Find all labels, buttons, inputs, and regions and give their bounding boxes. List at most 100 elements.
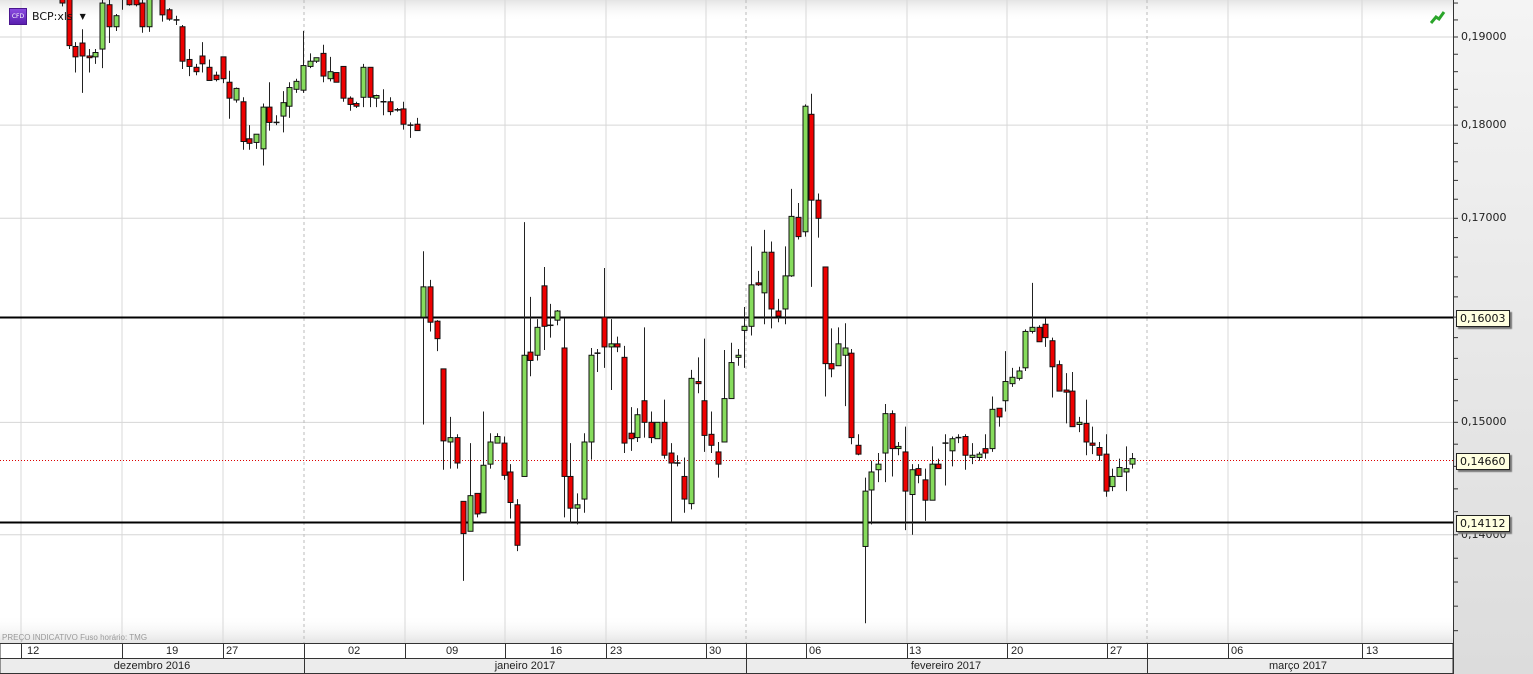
candle bbox=[427, 279, 434, 332]
candle bbox=[79, 29, 86, 93]
candle bbox=[199, 42, 206, 73]
x-month-label: fevereiro 2017 bbox=[910, 660, 982, 672]
candle-body bbox=[79, 42, 86, 57]
candle bbox=[487, 433, 494, 469]
axes bbox=[0, 0, 1458, 674]
candle-body bbox=[159, 0, 166, 16]
y-tick-label: 0,17000 bbox=[1461, 211, 1507, 225]
candle-body bbox=[340, 65, 347, 99]
candle-body bbox=[788, 215, 795, 277]
candle-body bbox=[949, 438, 956, 452]
candle-body bbox=[266, 106, 273, 123]
symbol-label: BCP:xls bbox=[32, 10, 73, 23]
dropdown-arrow-icon[interactable]: ▼ bbox=[80, 12, 86, 21]
x-day-label: 06 bbox=[809, 645, 822, 657]
symbol-selector[interactable]: CFD BCP:xls ▼ bbox=[9, 8, 86, 25]
candle bbox=[179, 25, 186, 70]
bottom-fade bbox=[0, 615, 1453, 644]
grid bbox=[0, 0, 1453, 643]
candle bbox=[628, 407, 635, 451]
candle bbox=[889, 410, 896, 477]
candle-body bbox=[895, 445, 902, 450]
candle bbox=[761, 229, 768, 325]
candle bbox=[240, 97, 247, 150]
x-month-label: janeiro 2017 bbox=[494, 660, 556, 672]
candle bbox=[802, 104, 809, 237]
candlestick-chart bbox=[0, 0, 1533, 674]
candle bbox=[782, 246, 789, 325]
candle-body bbox=[815, 199, 822, 219]
candle-body bbox=[929, 463, 936, 501]
candle bbox=[815, 193, 822, 238]
price-axis-panel[interactable] bbox=[1453, 0, 1533, 674]
candle-body bbox=[735, 354, 742, 358]
candle-body bbox=[996, 407, 1003, 418]
candle bbox=[387, 97, 394, 116]
candle-body bbox=[1049, 340, 1056, 368]
candle-body bbox=[501, 442, 508, 476]
candle-body bbox=[782, 275, 789, 310]
candle-body bbox=[1009, 376, 1016, 385]
candle-body bbox=[233, 87, 240, 101]
candle-body bbox=[1089, 442, 1096, 446]
last-price-tag: 0,14660 bbox=[1456, 452, 1510, 470]
candle-body bbox=[935, 463, 942, 470]
candle bbox=[246, 125, 253, 150]
x-day-label: 27 bbox=[226, 645, 239, 657]
candle bbox=[822, 266, 829, 397]
candle-body bbox=[286, 87, 293, 107]
candle bbox=[1083, 399, 1090, 456]
candle bbox=[828, 328, 835, 378]
candle-body bbox=[494, 436, 501, 444]
candle bbox=[474, 492, 481, 518]
candle bbox=[460, 500, 467, 581]
candle bbox=[909, 464, 916, 535]
trend-up-icon[interactable] bbox=[1430, 10, 1446, 24]
candle-body bbox=[855, 444, 862, 455]
candle-body bbox=[875, 463, 882, 471]
candle-body bbox=[474, 492, 481, 515]
candle bbox=[949, 436, 956, 467]
candle-body bbox=[99, 2, 106, 50]
x-day-label: 20 bbox=[1011, 645, 1024, 657]
x-day-label: 02 bbox=[348, 645, 361, 657]
candle-body bbox=[146, 0, 153, 28]
candle-body bbox=[721, 398, 728, 443]
candle bbox=[1049, 337, 1056, 398]
candle bbox=[420, 251, 427, 425]
candle-body bbox=[1029, 326, 1036, 332]
y-tick-label: 0,19000 bbox=[1461, 30, 1507, 43]
candle bbox=[380, 89, 387, 116]
candle-body bbox=[367, 66, 374, 98]
candle-body bbox=[166, 9, 173, 20]
candle-body bbox=[467, 495, 474, 532]
x-day-label: 19 bbox=[166, 645, 179, 657]
candle bbox=[661, 399, 668, 459]
candle-body bbox=[634, 414, 641, 439]
candle bbox=[1009, 367, 1016, 387]
candle bbox=[541, 266, 548, 351]
candle bbox=[300, 31, 307, 93]
candle-body bbox=[320, 52, 327, 77]
candle bbox=[969, 443, 976, 465]
candle bbox=[668, 443, 675, 523]
candle bbox=[976, 451, 983, 461]
candle-body bbox=[333, 72, 340, 83]
candle-body bbox=[126, 0, 133, 6]
x-day-label: 12 bbox=[27, 645, 40, 657]
candle bbox=[353, 101, 360, 109]
candle-body bbox=[240, 101, 247, 143]
candle bbox=[113, 13, 120, 32]
x-day-label: 06 bbox=[1231, 645, 1244, 657]
candle bbox=[501, 436, 508, 480]
candle bbox=[614, 336, 621, 353]
candle-body bbox=[440, 368, 447, 442]
candle-body bbox=[835, 343, 842, 367]
candle-body bbox=[574, 504, 581, 509]
x-day-label: 13 bbox=[909, 645, 922, 657]
candle bbox=[547, 303, 554, 338]
candle bbox=[915, 464, 922, 484]
candle-body bbox=[106, 4, 113, 28]
candle bbox=[514, 499, 521, 552]
candle-body bbox=[454, 437, 461, 464]
